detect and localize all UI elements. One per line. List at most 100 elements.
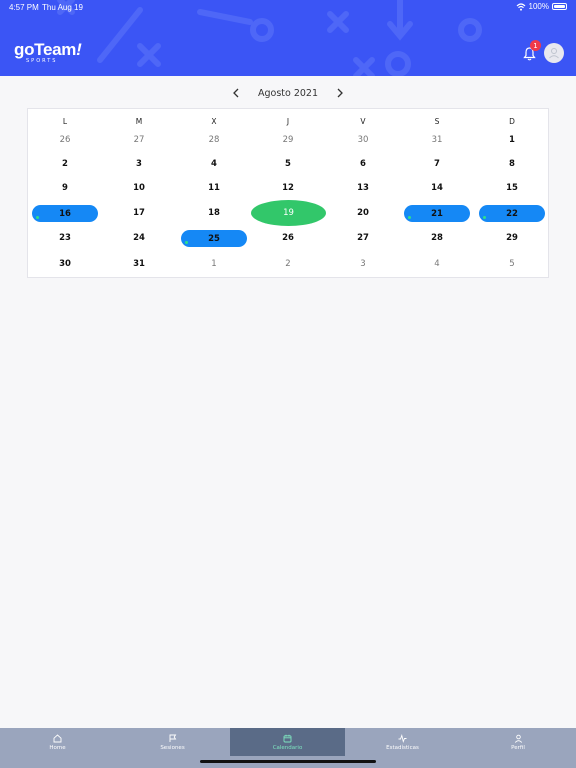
tab-estadisticas[interactable]: Estadísticas — [345, 728, 460, 756]
calendar-week-row: 9 10 11 12 13 14 15 — [28, 178, 550, 198]
calendar-week-row: 26 27 28 29 30 31 1 — [28, 130, 550, 150]
calendar-day[interactable]: 12 — [255, 178, 321, 198]
day-number: 31 — [431, 135, 443, 145]
weekday-label: M — [135, 116, 143, 126]
calendar-day[interactable]: 24 — [106, 228, 172, 248]
calendar-week-row: 30 31 1 2 3 4 5 — [28, 254, 550, 274]
calendar-day[interactable]: 10 — [106, 178, 172, 198]
calendar-day[interactable]: 11 — [181, 178, 247, 198]
calendar-day[interactable]: 7 — [404, 154, 470, 174]
calendar-day[interactable]: 13 — [330, 178, 396, 198]
day-number: 8 — [509, 159, 515, 169]
calendar-day-outside-month[interactable]: 29 — [255, 130, 321, 150]
day-number: 27 — [357, 233, 369, 243]
calendar-day[interactable]: 20 — [330, 203, 396, 223]
calendar-day-outside-month[interactable]: 31 — [404, 130, 470, 150]
chevron-left-icon — [233, 88, 239, 98]
logo-subtitle: SPORTS — [26, 58, 58, 64]
day-number: 2 — [285, 259, 291, 269]
user-avatar-icon — [549, 48, 559, 59]
event-indicator-dot — [36, 216, 39, 219]
battery-percent: 100% — [528, 2, 549, 11]
chevron-right-icon — [337, 88, 343, 98]
calendar-day[interactable]: 15 — [479, 178, 545, 198]
tab-label: Calendario — [272, 744, 303, 751]
tab-perfil[interactable]: Perfil — [460, 728, 576, 756]
event-indicator-dot — [483, 216, 486, 219]
tab-calendario[interactable]: Calendario — [230, 728, 345, 756]
calendar-day-outside-month[interactable]: 5 — [479, 254, 545, 274]
tab-sesiones[interactable]: Sesiones — [115, 728, 230, 756]
calendar-day[interactable]: 29 — [479, 228, 545, 248]
next-month-button[interactable] — [332, 85, 348, 101]
calendar-day-outside-month[interactable]: 26 — [32, 130, 98, 150]
day-number: 20 — [357, 208, 369, 218]
calendar-day-outside-month[interactable]: 2 — [255, 254, 321, 274]
weekday-label: X — [211, 116, 217, 126]
calendar-day-outside-month[interactable]: 28 — [181, 130, 247, 150]
day-number: 3 — [136, 159, 142, 169]
day-number: 1 — [211, 259, 217, 269]
calendar-day[interactable]: 17 — [106, 203, 172, 223]
day-number: 27 — [133, 135, 145, 145]
day-number: 9 — [62, 183, 68, 193]
calendar-day[interactable]: 4 — [181, 154, 247, 174]
month-title: Agosto 2021 — [257, 87, 319, 99]
calendar-day[interactable]: 8 — [479, 154, 545, 174]
day-number: 14 — [431, 183, 443, 193]
day-number: 10 — [133, 183, 145, 193]
calendar-day-outside-month[interactable]: 27 — [106, 130, 172, 150]
calendar-day[interactable]: 31 — [106, 254, 172, 274]
day-number: 11 — [208, 183, 220, 193]
day-number: 12 — [282, 183, 294, 193]
weekday-label: S — [434, 116, 440, 126]
calendar-day-outside-month[interactable]: 3 — [330, 254, 396, 274]
calendar-week-row: 2 3 4 5 6 7 8 — [28, 154, 550, 174]
day-number: 1 — [509, 135, 515, 145]
calendar-day[interactable]: 27 — [330, 228, 396, 248]
calendar-day[interactable]: 14 — [404, 178, 470, 198]
calendar-day-outside-month[interactable]: 1 — [181, 254, 247, 274]
home-icon — [53, 733, 62, 742]
calendar-day-with-event[interactable]: 25 — [181, 230, 247, 247]
tab-label: Estadísticas — [386, 744, 419, 751]
calendar-day[interactable]: 18 — [181, 203, 247, 223]
previous-month-button[interactable] — [228, 85, 244, 101]
calendar-day-outside-month[interactable]: 4 — [404, 254, 470, 274]
event-indicator-dot — [185, 241, 188, 244]
calendar-day[interactable]: 1 — [479, 130, 545, 150]
calendar-day-today[interactable]: 19 — [251, 200, 326, 226]
calendar-day[interactable]: 30 — [32, 254, 98, 274]
calendar-week-row: 16 17 18 19 20 21 22 — [28, 200, 550, 226]
calendar-day-with-event[interactable]: 21 — [404, 205, 470, 222]
tab-home[interactable]: Home — [0, 728, 115, 756]
avatar[interactable] — [544, 43, 564, 63]
logo-wordmark: goTeam — [14, 40, 77, 59]
calendar-day[interactable]: 3 — [106, 154, 172, 174]
calendar-icon — [283, 734, 292, 742]
calendar-day[interactable]: 2 — [32, 154, 98, 174]
tab-label: Home — [49, 744, 66, 751]
day-number: 28 — [208, 135, 220, 145]
day-number: 7 — [434, 159, 440, 169]
calendar-day-with-event[interactable]: 16 — [32, 205, 98, 222]
calendar-day-with-event[interactable]: 22 — [479, 205, 545, 222]
calendar-day[interactable]: 5 — [255, 154, 321, 174]
calendar-day[interactable]: 28 — [404, 228, 470, 248]
calendar-day[interactable]: 26 — [255, 228, 321, 248]
day-number: 2 — [62, 159, 68, 169]
day-number: 5 — [285, 159, 291, 169]
calendar-day-outside-month[interactable]: 30 — [330, 130, 396, 150]
day-number: 23 — [59, 233, 71, 243]
calendar-week-row: 23 24 25 26 27 28 29 — [28, 228, 550, 248]
calendar-day[interactable]: 9 — [32, 178, 98, 198]
weekday-label: D — [509, 116, 515, 126]
app-logo: goTeam! SPORTS — [14, 40, 82, 64]
battery-icon — [552, 3, 567, 10]
day-number: 3 — [360, 259, 366, 269]
calendar-day[interactable]: 23 — [32, 228, 98, 248]
calendar-day[interactable]: 6 — [330, 154, 396, 174]
weekday-label: L — [62, 116, 68, 126]
day-number: 19 — [283, 208, 294, 218]
day-number: 30 — [357, 135, 369, 145]
